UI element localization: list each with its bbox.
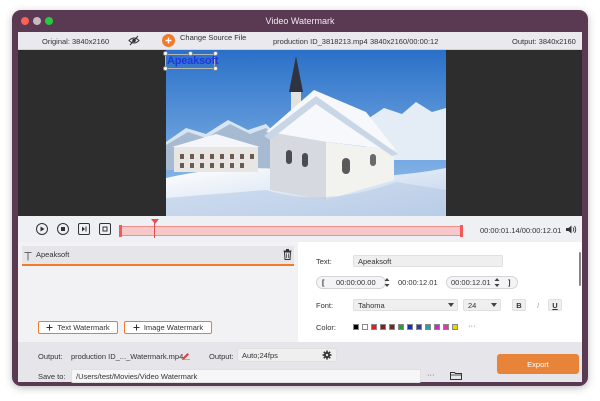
video-frame-image [166,50,446,216]
add-image-watermark-label: Image Watermark [143,323,204,332]
output-resolution: Output: 3840x2160 [512,37,576,46]
list-item[interactable]: Apeaksoft [22,246,294,266]
color-swatch[interactable] [362,324,368,330]
color-swatch[interactable] [380,324,386,330]
edit-pencil-icon[interactable] [182,351,190,360]
timecode: 00:00:01.14/00:00:12.01 [480,226,562,235]
info-bar: Original: 3840x2160 Change Source File p… [18,32,582,50]
output-file-label: Output: [38,352,63,361]
color-swatch[interactable] [434,324,440,330]
video-preview: Apeaksoft [18,50,582,216]
italic-button[interactable]: I [531,299,545,311]
font-size-select[interactable]: 24 [463,299,501,311]
play-icon [40,226,45,232]
play-button[interactable] [36,223,48,235]
change-source-label[interactable]: Change Source File [180,33,246,42]
color-swatch[interactable] [443,324,449,330]
color-swatch[interactable] [407,324,413,330]
stop-button[interactable] [57,223,69,235]
eye-hidden-icon[interactable] [128,35,140,46]
color-swatch[interactable] [389,324,395,330]
timeline-track[interactable] [119,225,463,237]
watermark-settings-panel: Text: Apeaksoft [ 00:00:00.00 00:00:12.0… [298,242,582,342]
settings-scrollbar[interactable] [579,252,581,286]
frame-icon [102,226,108,232]
timeline-bar: 00:00:01.14/00:00:12.01 [18,216,582,242]
change-source-button[interactable] [162,34,175,47]
watermark-preview-text[interactable]: Apeaksoft [167,55,219,67]
plus-icon [46,324,53,331]
font-size-value: 24 [468,301,477,310]
trim-end-handle[interactable] [460,225,463,237]
source-file-meta: 3840x2160/00:00:12 [370,37,439,46]
next-frame-button[interactable] [78,223,90,235]
color-field-label: Color: [316,323,337,332]
volume-icon[interactable] [566,225,577,234]
browse-path-button[interactable]: ··· [427,370,435,379]
text-field-label: Text: [316,257,332,266]
color-swatch[interactable] [353,324,359,330]
color-swatch[interactable] [416,324,422,330]
bold-button[interactable]: B [512,299,526,311]
save-to-label: Save to: [38,372,66,381]
original-resolution: Original: 3840x2160 [42,37,110,46]
fit-frame-button[interactable] [99,223,111,235]
range-end-bracket: ] [508,278,511,287]
trim-start-handle[interactable] [119,225,122,237]
add-text-watermark-button[interactable]: Text Watermark [38,321,118,334]
middle-time-value: 00:00:12.01 [398,278,438,287]
source-file-name: production ID_3818213.mp4 [273,37,368,46]
export-button[interactable]: Export [497,354,579,374]
underline-button[interactable]: U [548,299,562,311]
add-text-watermark-label: Text Watermark [57,323,110,332]
range-start-bracket: [ [322,278,325,287]
stepper-arrows-icon[interactable] [384,277,390,288]
chevron-down-icon [491,303,497,307]
color-swatch[interactable] [371,324,377,330]
gear-icon[interactable] [322,350,332,360]
stepper-arrows-icon[interactable] [494,277,500,288]
plus-icon [165,37,172,44]
font-select-value: Tahoma [358,301,385,310]
title-bar: Video Watermark [12,10,588,32]
output-file-name: production ID_..._Watermark.mp4 [71,352,184,361]
playhead-marker[interactable] [151,219,160,224]
watermark-item-label: Apeaksoft [36,250,70,259]
more-colors-button[interactable]: ··· [468,321,476,330]
color-swatch[interactable] [452,324,458,330]
start-time-value[interactable]: 00:00:00.00 [336,278,376,287]
font-field-label: Font: [316,301,334,310]
watermark-text-input[interactable]: Apeaksoft [353,255,503,267]
end-time-value[interactable]: 00:00:12.01 [451,278,491,287]
font-select[interactable]: Tahoma [353,299,458,311]
export-footer: Output: production ID_..._Watermark.mp4 … [18,342,582,383]
text-type-icon [24,252,32,261]
color-swatch[interactable] [398,324,404,330]
watermark-list-panel: Apeaksoft Text Watermark Image Watermark [18,242,298,342]
playhead-line[interactable] [154,220,156,238]
chevron-down-icon [448,303,454,307]
stop-icon [61,227,65,231]
save-path-field[interactable]: /Users/test/Movies/Video Watermark [71,369,421,383]
plus-icon [133,324,140,331]
folder-icon[interactable] [450,371,462,380]
trash-icon[interactable] [283,249,292,260]
step-forward-icon [82,226,87,232]
add-image-watermark-button[interactable]: Image Watermark [124,321,212,334]
app-window: Video Watermark Original: 3840x2160 Chan… [12,10,588,386]
output-format-label: Output: [209,352,234,361]
color-swatch[interactable] [425,324,431,330]
window-title: Video Watermark [265,16,335,26]
